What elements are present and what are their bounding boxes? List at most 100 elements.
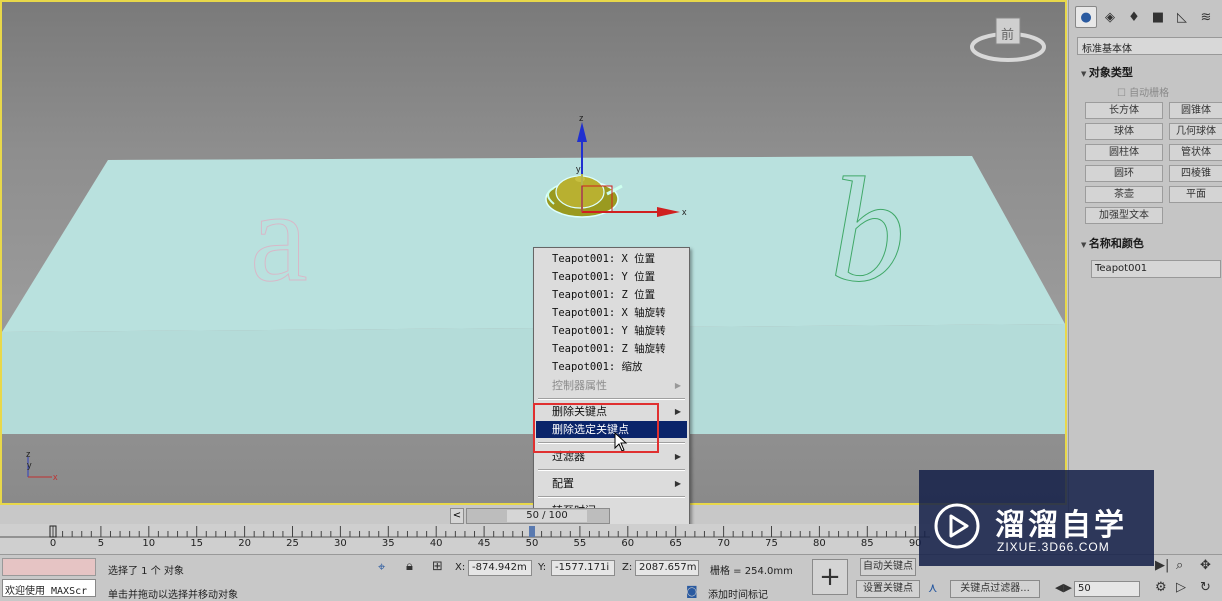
menu-item-delete-keys[interactable]: 删除关键点 ▶ xyxy=(536,403,687,420)
timeline-tick-label: 25 xyxy=(286,538,299,549)
y-coordinate-field[interactable]: -1577.171i xyxy=(551,560,615,576)
corner-x-label: x xyxy=(53,472,58,482)
sphere-button[interactable]: 球体 xyxy=(1085,123,1163,140)
time-tag-icon[interactable]: ◙ xyxy=(686,584,698,598)
watermark-overlay: 溜溜自学 ZIXUE.3D66.COM xyxy=(919,470,1154,566)
menu-item-z-position[interactable]: Teapot001: Z 位置 xyxy=(536,287,687,304)
add-time-tag[interactable]: 添加时间标记 xyxy=(708,586,768,601)
set-key-plus-icon[interactable]: + xyxy=(812,559,848,595)
set-key-button[interactable]: 设置关键点 xyxy=(856,580,920,598)
timeline-tick-label: 60 xyxy=(621,538,635,549)
timeline-tick-label: 75 xyxy=(765,538,778,549)
field-of-view-icon[interactable]: ▷ xyxy=(1176,580,1186,595)
key-filters-button[interactable]: 关键点过滤器... xyxy=(950,580,1040,598)
time-config-icon[interactable]: ⚙ xyxy=(1155,580,1167,595)
lights-icon[interactable]: ♦ xyxy=(1123,6,1145,28)
current-frame-field[interactable]: 50 xyxy=(1074,581,1140,597)
cylinder-button[interactable]: 圆柱体 xyxy=(1085,144,1163,161)
menu-item-x-rotation[interactable]: Teapot001: X 轴旋转 xyxy=(536,305,687,322)
next-key-icon[interactable]: ▶| xyxy=(1155,558,1169,573)
cameras-icon[interactable]: ■ xyxy=(1147,6,1169,28)
name-color-rollout[interactable]: 名称和颜色 xyxy=(1081,235,1144,251)
category-dropdown[interactable]: 标准基本体 xyxy=(1077,37,1222,55)
timeline-tick-label: 80 xyxy=(813,538,826,549)
time-slider-thumb[interactable]: 50 / 100 xyxy=(507,510,587,522)
submenu-arrow-icon: ▶ xyxy=(674,381,681,390)
menu-item-controller-properties: 控制器属性 ▶ xyxy=(536,377,687,394)
menu-item-z-rotation[interactable]: Teapot001: Z 轴旋转 xyxy=(536,341,687,358)
timeline-tick-label: 85 xyxy=(860,538,874,549)
menu-item-x-position[interactable]: Teapot001: X 位置 xyxy=(536,251,687,268)
timeline-tick-label: 50 xyxy=(525,538,539,549)
cone-button[interactable]: 圆锥体 xyxy=(1169,102,1222,119)
spacewarps-icon[interactable]: ≋ xyxy=(1195,6,1217,28)
time-slider-prev-button[interactable]: < xyxy=(450,508,464,524)
menu-item-configure[interactable]: 配置 ▶ xyxy=(536,475,687,492)
menu-separator xyxy=(538,398,685,400)
gizmo-x-label: x xyxy=(682,207,687,217)
key-filter-icon[interactable]: ⋏ xyxy=(928,581,938,596)
z-coordinate-field[interactable]: 2087.657m xyxy=(635,560,699,576)
isolate-selection-icon[interactable]: ⌖ xyxy=(378,560,385,575)
geometry-icon[interactable]: ● xyxy=(1075,6,1097,28)
timeline-tick-label: 10 xyxy=(142,538,156,549)
z-label: Z: xyxy=(622,562,633,573)
auto-grid-checkbox[interactable]: ☐ 自动栅格 xyxy=(1117,84,1169,99)
viewcube[interactable]: 前 xyxy=(970,17,1046,62)
orbit-icon[interactable]: ↻ xyxy=(1200,580,1211,595)
zoom-icon[interactable]: ⌕ xyxy=(1176,558,1183,573)
pan-icon[interactable]: ✥ xyxy=(1200,558,1211,573)
keyframe-marker[interactable] xyxy=(529,526,535,537)
gizmo-y-label: y xyxy=(576,164,581,174)
text-shape-b[interactable]: b xyxy=(830,147,906,314)
menu-item-y-rotation[interactable]: Teapot001: Y 轴旋转 xyxy=(536,323,687,340)
timeline-tick-label: 40 xyxy=(429,538,443,549)
absolute-mode-icon[interactable]: ⊞ xyxy=(432,559,443,574)
menu-item-y-position[interactable]: Teapot001: Y 位置 xyxy=(536,269,687,286)
shapes-icon[interactable]: ◈ xyxy=(1099,6,1121,28)
menu-item-scale[interactable]: Teapot001: 缩放 xyxy=(536,359,687,376)
menu-item-delete-selected-keys[interactable]: 删除选定关键点 xyxy=(536,421,687,438)
timeline-tick-label: 55 xyxy=(573,538,587,549)
menu-item-filters[interactable]: 过滤器 ▶ xyxy=(536,448,687,465)
submenu-arrow-icon: ▶ xyxy=(674,407,681,416)
world-axis-tripod: z y x xyxy=(26,449,58,482)
corner-y-label: y xyxy=(27,460,32,470)
prev-frame-icon[interactable]: ◀▶ xyxy=(1055,581,1072,594)
maxscript-mini-listener[interactable]: 欢迎使用 MAXScr xyxy=(2,579,96,597)
teapot-button[interactable]: 茶壶 xyxy=(1085,186,1163,203)
menu-separator xyxy=(538,442,685,444)
configure-label: 配置 xyxy=(552,477,574,490)
textplus-button[interactable]: 加强型文本 xyxy=(1085,207,1163,224)
object-type-rollout[interactable]: 对象类型 xyxy=(1081,64,1133,80)
pyramid-button[interactable]: 四棱锥 xyxy=(1169,165,1222,182)
helpers-icon[interactable]: ◺ xyxy=(1171,6,1193,28)
controller-properties-label: 控制器属性 xyxy=(552,379,607,392)
selection-status: 选择了 1 个 对象 xyxy=(108,566,184,577)
x-label: X: xyxy=(455,562,466,573)
x-coordinate-field[interactable]: -874.942m xyxy=(468,560,532,576)
tube-button[interactable]: 管状体 xyxy=(1169,144,1222,161)
menu-separator xyxy=(538,469,685,471)
submenu-arrow-icon: ▶ xyxy=(674,479,681,488)
timeline-tick-label: 5 xyxy=(97,538,105,549)
object-name-field[interactable]: Teapot001 xyxy=(1091,260,1221,278)
geosphere-button[interactable]: 几何球体 xyxy=(1169,123,1222,140)
time-slider-track[interactable]: 50 / 100 xyxy=(466,508,610,524)
lock-selection-icon[interactable]: 🔒︎ xyxy=(406,559,413,574)
torus-button[interactable]: 圆环 xyxy=(1085,165,1163,182)
viewcube-face-label: 前 xyxy=(1001,27,1014,43)
corner-z-label: z xyxy=(26,449,31,459)
grid-size-display: 栅格 = 254.0mm xyxy=(710,566,793,577)
filters-label: 过滤器 xyxy=(552,450,585,463)
timeline-tick-label: 0 xyxy=(49,538,57,549)
maxscript-listener-pink[interactable] xyxy=(2,558,96,576)
plane-button[interactable]: 平面 xyxy=(1169,186,1222,203)
text-shape-a[interactable]: a xyxy=(250,165,309,310)
watermark-url: ZIXUE.3D66.COM xyxy=(997,540,1110,554)
auto-key-button[interactable]: 自动关键点 xyxy=(860,558,916,576)
box-button[interactable]: 长方体 xyxy=(1085,102,1163,119)
track-bar[interactable]: 0 5 10 15 20 25 30 35 40 45 50 55 60 65 70 75 80 85 90 xyxy=(0,524,930,554)
watermark-brand: 溜溜自学 xyxy=(995,508,1127,543)
time-slider[interactable]: < 50 / 100 xyxy=(450,508,610,524)
